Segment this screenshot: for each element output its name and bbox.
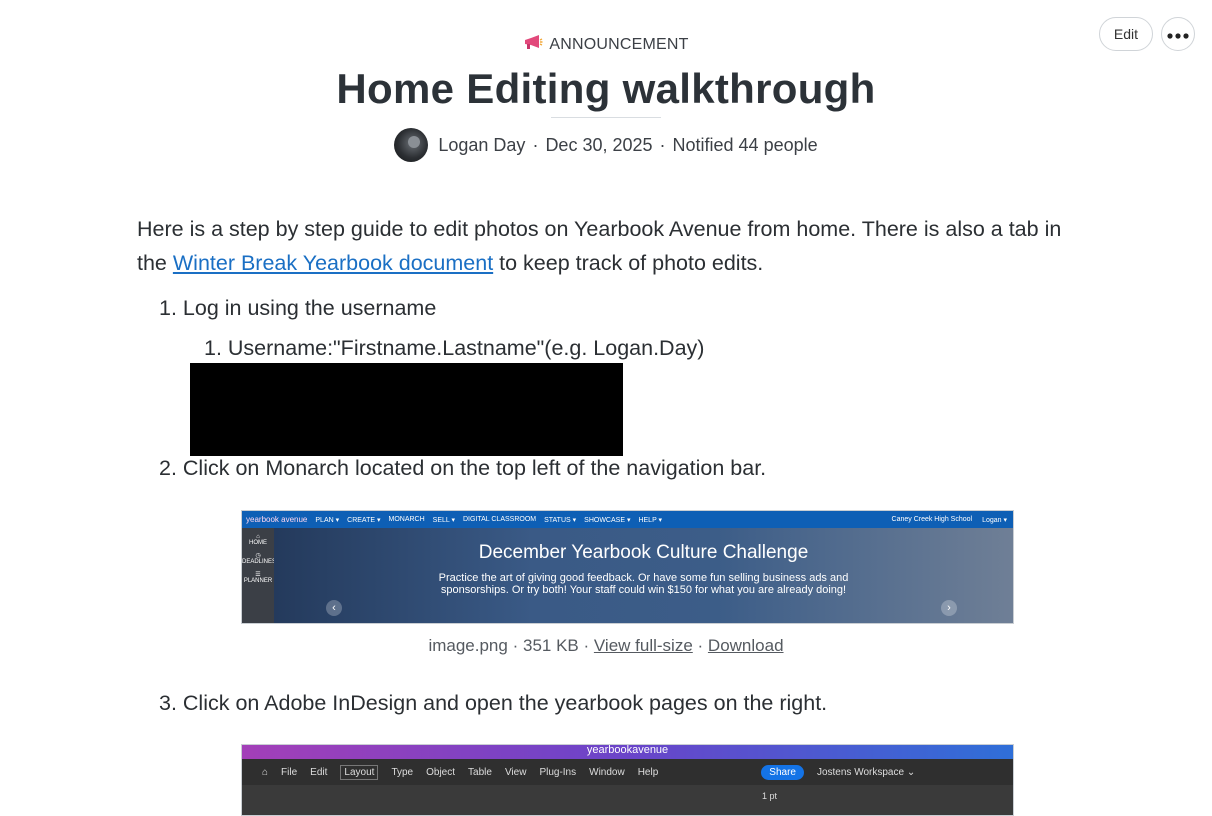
attachment-caption: image.png · 351 KB · View full-size · Do…: [428, 636, 784, 655]
redacted-block: [190, 363, 623, 456]
step-2: 2. Click on Monarch located on the top l…: [159, 456, 767, 480]
menu-item: File: [281, 766, 298, 778]
file-name: image.png: [428, 636, 508, 655]
nav-item: MONARCH: [388, 516, 425, 523]
indesign-title-bar: yearbookavenue: [242, 745, 1013, 759]
home-icon: ⌂: [262, 766, 269, 778]
workspace-select: Jostens Workspace ⌄: [816, 766, 916, 778]
meta-separator: ·: [532, 134, 539, 155]
hero-title: December Yearbook Culture Challenge: [478, 542, 809, 563]
chevron-right-icon: ›: [941, 600, 957, 616]
nav-item: PLAN ▾: [315, 516, 340, 524]
megaphone-icon: [523, 34, 543, 55]
step-1: 1. Log in using the username: [159, 296, 437, 320]
post-meta: Logan Day · Dec 30, 2025 · Notified 44 p…: [0, 128, 1212, 162]
yearbook-logo: yearbook avenue: [246, 515, 308, 524]
avatar[interactable]: [394, 128, 429, 162]
announcement-header: ANNOUNCEMENT Home Editing walkthrough Lo…: [0, 34, 1212, 162]
nav-item: CREATE ▾: [347, 516, 381, 524]
user-menu: Logan ▾: [982, 516, 1007, 524]
indesign-menu-bar: ⌂ File Edit Layout Type Object Table Vie…: [242, 759, 1013, 785]
kind-label: ANNOUNCEMENT: [549, 35, 689, 53]
share-button: Share: [761, 764, 804, 780]
stroke-weight: 1 pt: [762, 791, 778, 801]
monarch-screenshot[interactable]: yearbook avenue PLAN ▾ CREATE ▾ MONARCH …: [241, 510, 1014, 624]
nav-item: SELL ▾: [432, 516, 455, 524]
menu-item: Edit: [310, 766, 328, 778]
yearbook-nav-bar: yearbook avenue PLAN ▾ CREATE ▾ MONARCH …: [242, 511, 1013, 528]
menu-item: Object: [426, 766, 456, 778]
hero-text: Practice the art of giving good feedback…: [438, 572, 849, 596]
download-link[interactable]: Download: [708, 636, 784, 655]
post-date: Dec 30, 2025: [545, 134, 653, 155]
file-size: 351 KB: [522, 636, 579, 655]
view-full-size-link[interactable]: View full-size: [594, 636, 693, 655]
school-name: Caney Creek High School: [891, 515, 973, 523]
intro-paragraph: Here is a step by step guide to edit pho…: [137, 212, 1077, 280]
clock-icon: ◷ DEADLINES: [242, 553, 277, 565]
author-name[interactable]: Logan Day: [438, 135, 525, 156]
notified-count[interactable]: Notified 44 people: [673, 135, 818, 156]
nav-item: STATUS ▾: [544, 516, 577, 524]
winter-break-doc-link[interactable]: Winter Break Yearbook document: [173, 251, 493, 275]
menu-item: Help: [637, 766, 659, 778]
nav-item: SHOWCASE ▾: [584, 516, 631, 524]
nav-item: HELP ▾: [638, 516, 663, 524]
menu-item: Layout: [340, 764, 379, 780]
menu-item: View: [504, 766, 527, 778]
yearbook-sidebar: ⌂ HOME ◷ DEADLINES ☰ PLANNER: [242, 528, 277, 623]
intro-text-end: to keep track of photo edits.: [493, 251, 764, 275]
title-divider: [551, 117, 661, 118]
nav-item: DIGITAL CLASSROOM: [462, 516, 537, 523]
menu-item: Table: [468, 766, 492, 778]
list-icon: ☰ PLANNER: [243, 572, 273, 584]
meta-separator: ·: [659, 134, 666, 155]
substep-username: 1. Username:"Firstname.Lastname"(e.g. Lo…: [204, 336, 705, 360]
hero-banner: December Yearbook Culture Challenge Prac…: [274, 528, 1013, 623]
menu-item: Plug-Ins: [539, 766, 577, 778]
menu-item: Window: [589, 766, 625, 778]
indesign-screenshot[interactable]: yearbookavenue ⌂ File Edit Layout Type O…: [241, 744, 1014, 816]
chevron-left-icon: ‹: [326, 600, 342, 616]
step-3: 3. Click on Adobe InDesign and open the …: [159, 691, 828, 715]
page-title: Home Editing walkthrough: [336, 65, 876, 112]
home-icon: ⌂ HOME: [249, 534, 267, 546]
menu-item: Type: [391, 766, 414, 778]
announcement-kind: ANNOUNCEMENT: [0, 34, 1212, 55]
